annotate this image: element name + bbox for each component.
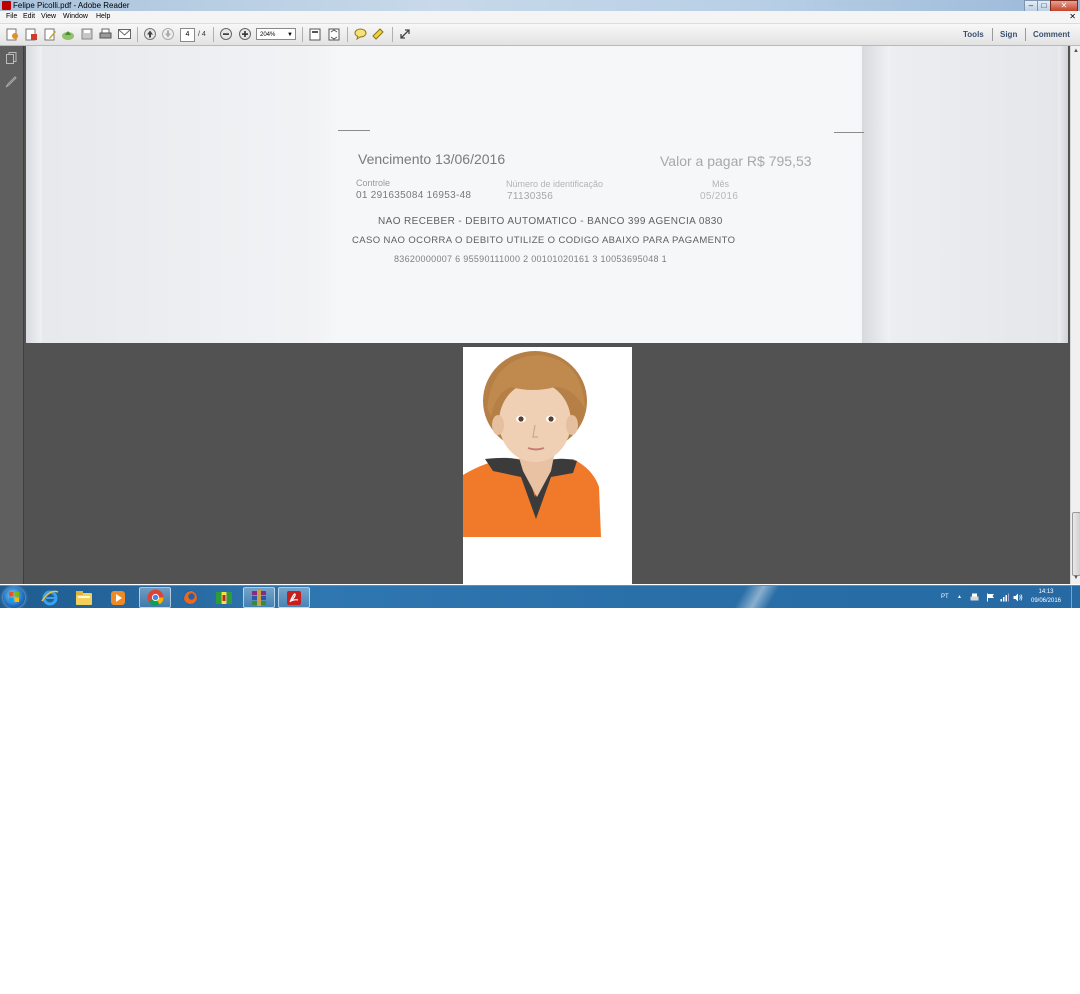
chrome-taskbar-icon[interactable] xyxy=(139,587,171,608)
controle-value: 01 291635084 16953-48 xyxy=(356,190,472,201)
windows-logo-icon xyxy=(9,592,19,602)
zoom-out-icon[interactable] xyxy=(219,27,233,41)
document-view[interactable]: Vencimento 13/06/2016 Valor a pagar R$ 7… xyxy=(24,46,1070,584)
edit-pdf-icon[interactable] xyxy=(43,27,57,41)
zoom-level-value: 204% xyxy=(260,32,276,38)
toolbar-separator xyxy=(1025,28,1026,41)
valor-a-pagar-text: Valor a pagar R$ 795,53 xyxy=(660,153,812,169)
tools-pane-link[interactable]: Tools xyxy=(963,27,984,42)
page-total-label: / 4 xyxy=(198,31,206,38)
screen: Felipe Picolli.pdf - Adobe Reader – □ ✕ … xyxy=(0,0,1080,608)
child-portrait-photo xyxy=(463,347,632,537)
page-thumbnails-icon[interactable] xyxy=(5,52,17,64)
toolbar-separator xyxy=(137,27,138,42)
internet-explorer-taskbar-icon[interactable] xyxy=(34,587,66,608)
show-hidden-icons-button[interactable]: ▲ xyxy=(957,586,962,608)
highlight-icon[interactable] xyxy=(371,27,385,41)
identificacao-label: Número de identificação xyxy=(506,179,604,189)
printer-tray-icon[interactable] xyxy=(970,586,979,608)
green-yellow-app-taskbar-icon[interactable] xyxy=(208,587,240,608)
toolbar-separator xyxy=(347,27,348,42)
firefox-taskbar-icon[interactable] xyxy=(174,587,206,608)
mes-label: Mês xyxy=(712,179,730,189)
chevron-down-icon: ▼ xyxy=(287,32,293,38)
start-button[interactable] xyxy=(3,587,25,608)
signatures-icon[interactable] xyxy=(5,76,17,88)
controle-label: Controle xyxy=(356,178,391,188)
email-icon[interactable] xyxy=(117,27,131,41)
vertical-scrollbar[interactable]: ▲ ▼ xyxy=(1070,46,1080,584)
menu-file[interactable]: File xyxy=(6,11,17,23)
title-bar: Felipe Picolli.pdf - Adobe Reader – □ ✕ xyxy=(0,0,1080,12)
menu-help[interactable]: Help xyxy=(96,11,110,23)
volume-icon[interactable] xyxy=(1013,586,1023,608)
export-pdf-icon[interactable] xyxy=(24,27,38,41)
create-pdf-icon[interactable] xyxy=(5,27,19,41)
previous-page-icon[interactable] xyxy=(143,27,157,41)
adobe-reader-taskbar-icon[interactable] xyxy=(278,587,310,608)
cloud-upload-icon[interactable] xyxy=(61,27,75,41)
comment-pane-link[interactable]: Comment xyxy=(1033,27,1070,42)
menu-view[interactable]: View xyxy=(41,11,56,23)
winrar-taskbar-icon[interactable] xyxy=(243,587,275,608)
vencimento-text: Vencimento 13/06/2016 xyxy=(358,151,506,167)
scroll-down-icon[interactable]: ▼ xyxy=(1072,574,1080,582)
toolbar: 4 / 4 204% ▼ Tools Sign Comment xyxy=(0,24,1080,46)
media-player-taskbar-icon[interactable] xyxy=(102,587,134,608)
save-icon[interactable] xyxy=(80,27,94,41)
navigation-pane xyxy=(0,46,24,584)
close-document-button[interactable]: ✕ xyxy=(1069,11,1076,23)
scrollbar-thumb[interactable] xyxy=(1072,512,1080,576)
pdf-page-photo xyxy=(463,347,632,584)
zoom-level-select[interactable]: 204% ▼ xyxy=(256,28,296,40)
scroll-up-icon[interactable]: ▲ xyxy=(1072,47,1080,55)
window-title: Felipe Picolli.pdf - Adobe Reader xyxy=(13,1,130,10)
pdf-page-scanned-bill: Vencimento 13/06/2016 Valor a pagar R$ 7… xyxy=(26,46,1068,343)
full-screen-icon[interactable] xyxy=(327,27,341,41)
toolbar-separator xyxy=(213,27,214,42)
identificacao-value: 71130356 xyxy=(507,191,554,202)
menu-edit[interactable]: Edit xyxy=(23,11,35,23)
clock-date: 09/06/2016 xyxy=(1030,598,1062,604)
print-icon[interactable] xyxy=(98,27,112,41)
show-desktop-button[interactable] xyxy=(1071,586,1080,608)
toolbar-separator xyxy=(992,28,993,41)
action-center-flag-icon[interactable] xyxy=(986,586,995,608)
toolbar-separator xyxy=(302,27,303,42)
menu-bar: File Edit View Window Help ✕ xyxy=(0,11,1080,24)
next-page-icon[interactable] xyxy=(161,27,175,41)
language-indicator[interactable]: PT xyxy=(941,586,949,608)
zoom-in-icon[interactable] xyxy=(238,27,252,41)
adobe-reader-app-icon xyxy=(2,1,11,10)
file-explorer-taskbar-icon[interactable] xyxy=(68,587,100,608)
sign-pane-link[interactable]: Sign xyxy=(1000,27,1017,42)
mes-value: 05/2016 xyxy=(700,191,739,202)
codigo-barras-numero: 83620000007 6 95590111000 2 00101020161 … xyxy=(394,254,667,264)
network-icon[interactable] xyxy=(1000,586,1009,608)
system-clock[interactable]: 14:13 09/06/2016 xyxy=(1026,588,1066,606)
aviso-debito-text: NAO RECEBER - DEBITO AUTOMATICO - BANCO … xyxy=(378,216,723,227)
window-controls: – □ ✕ xyxy=(1024,0,1078,12)
toolbar-separator xyxy=(392,27,393,42)
aviso-codigo-text: CASO NAO OCORRA O DEBITO UTILIZE O CODIG… xyxy=(352,235,736,246)
sticky-note-icon[interactable] xyxy=(353,27,367,41)
fit-page-icon[interactable] xyxy=(308,27,322,41)
clock-time: 14:13 xyxy=(1038,589,1054,595)
expand-reading-icon[interactable] xyxy=(398,27,412,41)
windows-taskbar: PT ▲ 14:13 09/06/2016 xyxy=(0,585,1080,608)
page-number-input[interactable]: 4 xyxy=(180,28,195,42)
menu-window[interactable]: Window xyxy=(63,11,88,23)
